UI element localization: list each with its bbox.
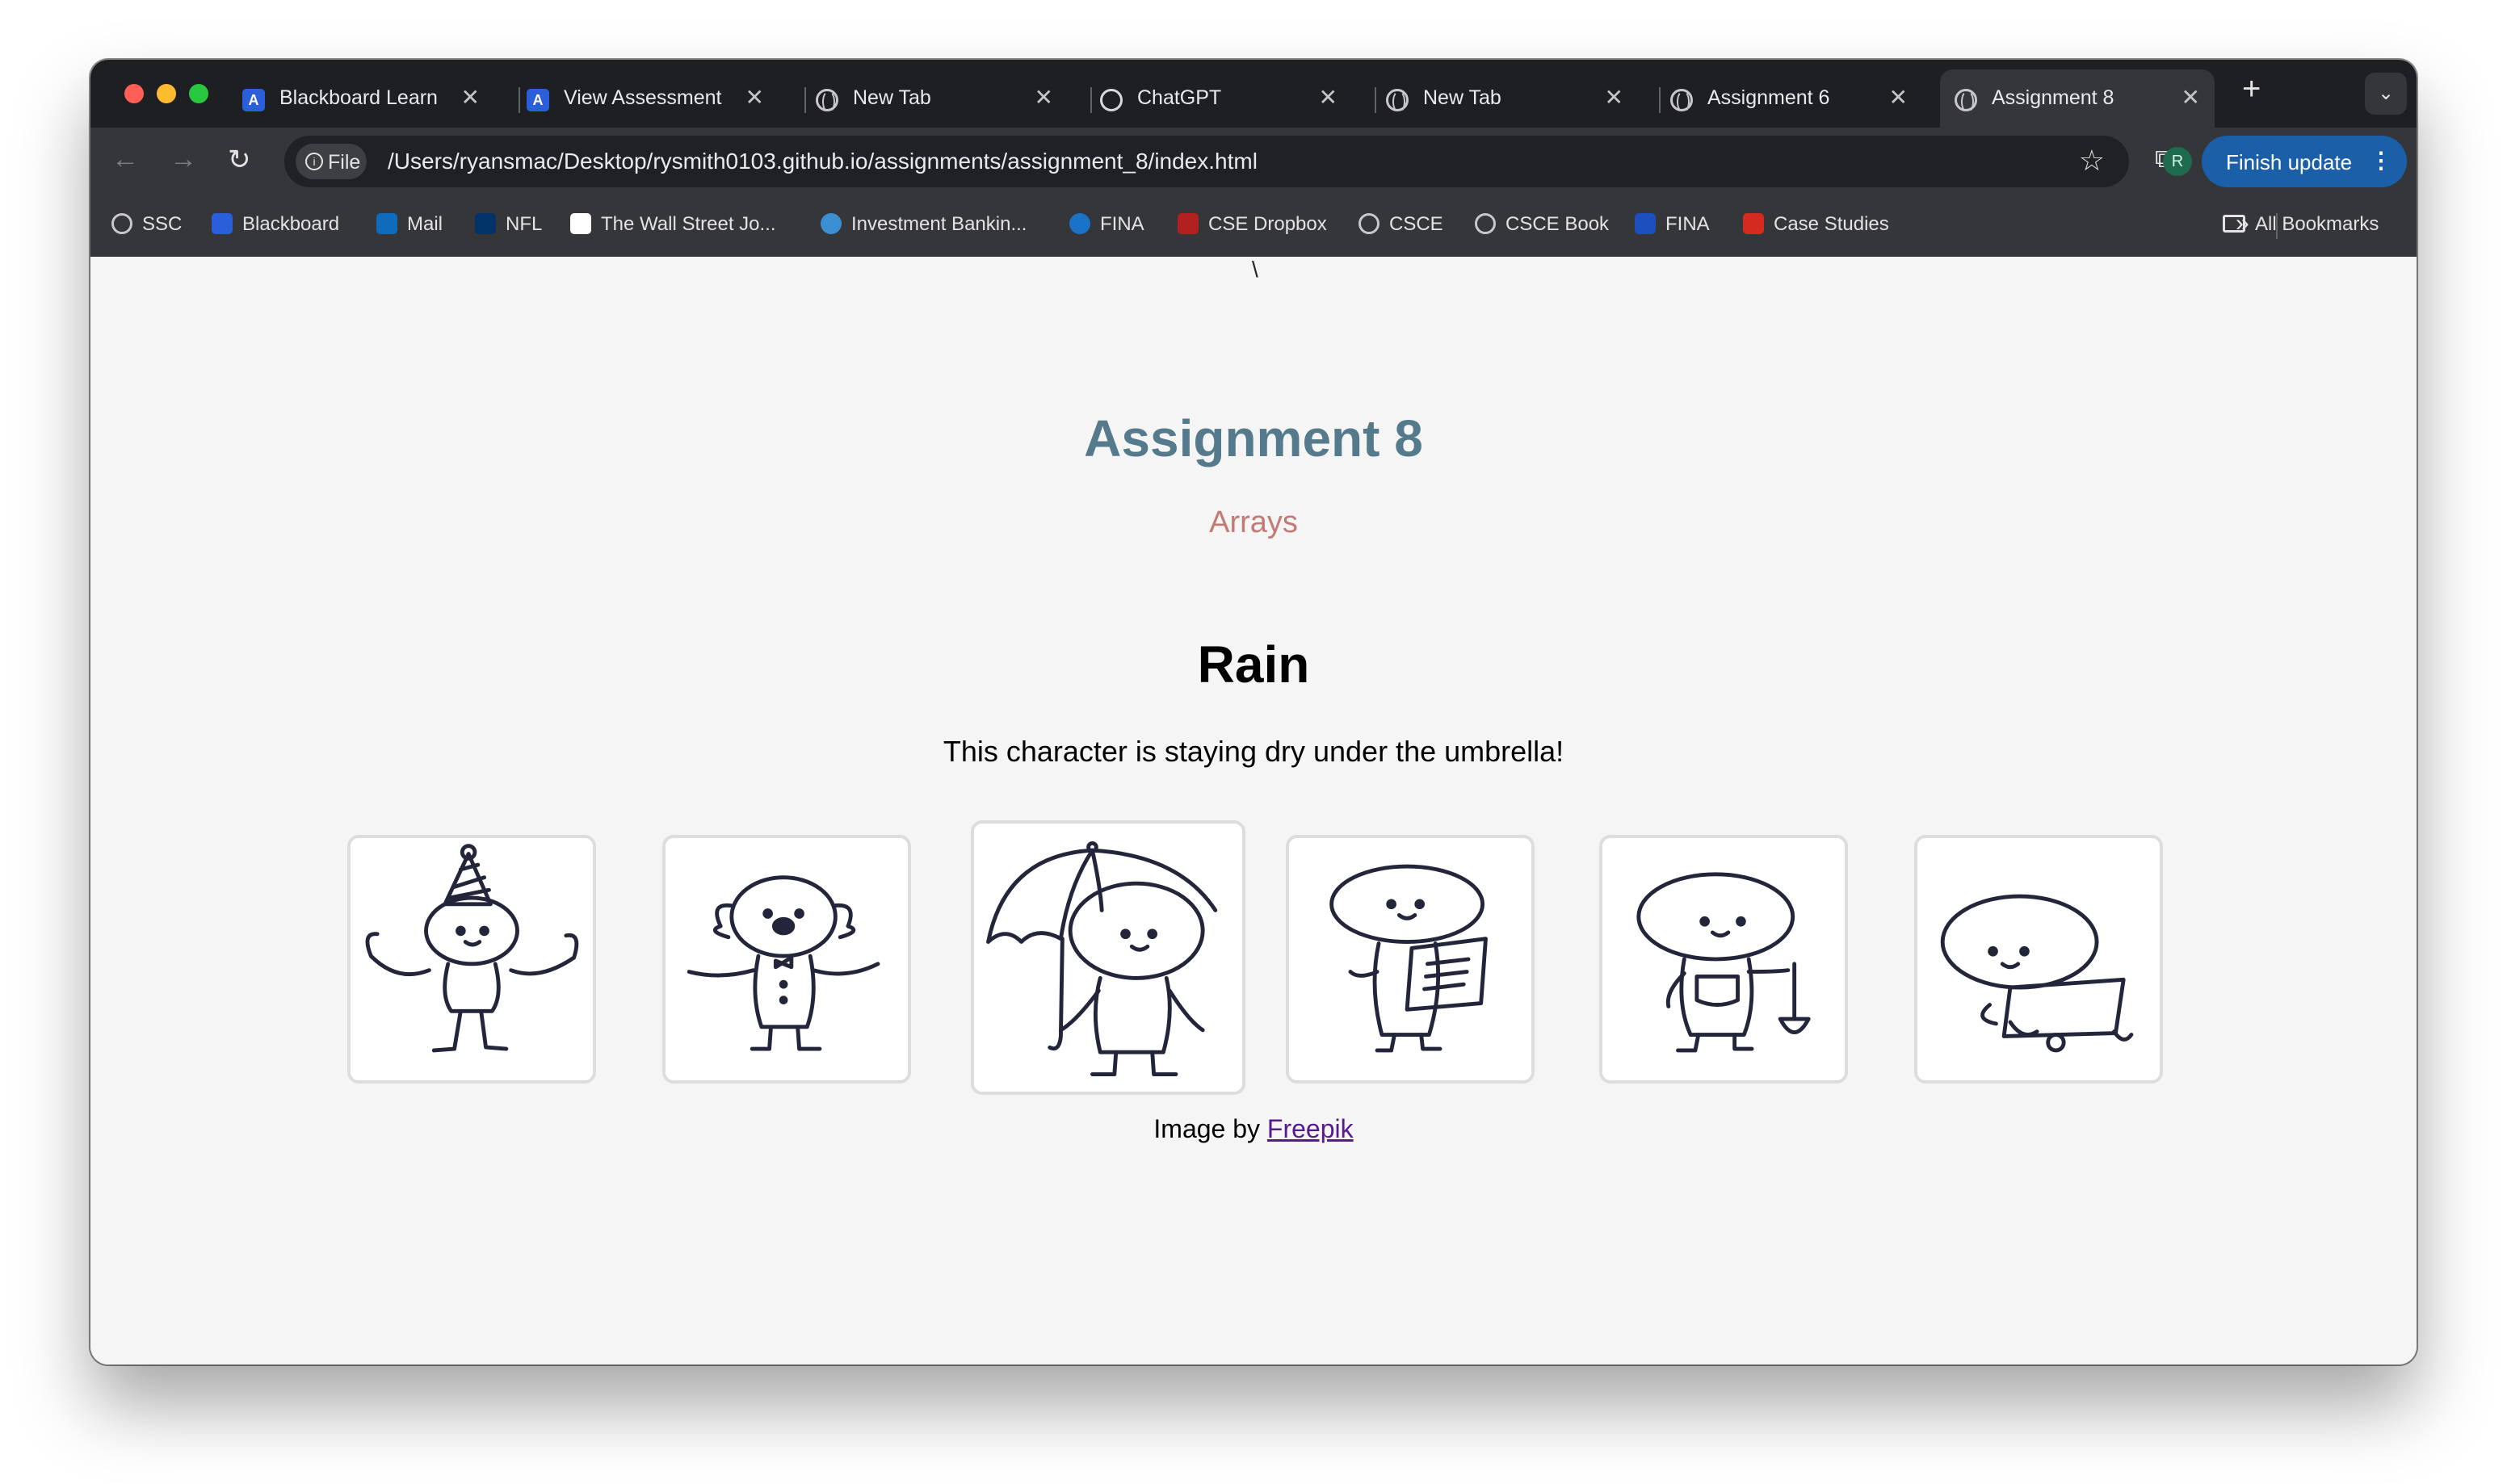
tab-search-chevron-icon[interactable]: ⌄ — [2365, 73, 2407, 115]
bowtie-character-card[interactable] — [662, 835, 911, 1084]
info-icon: i — [305, 153, 323, 170]
tab-new-tab-1[interactable]: New Tab ✕ — [801, 69, 1068, 128]
page-content: \ Assignment 8 Arrays Rain This characte… — [90, 257, 2417, 1365]
tab-new-tab-2[interactable]: New Tab ✕ — [1371, 69, 1638, 128]
toolbar: ← → ↻ i File /Users/ryansmac/Desktop/rys… — [90, 128, 2417, 195]
more-menu-icon: ⋮ — [2370, 148, 2392, 173]
tab-label: Assignment 8 — [1992, 86, 2114, 109]
bowtie-character-image — [687, 875, 880, 1051]
bookmark-case-studies[interactable]: Case Studies — [1743, 212, 1889, 239]
globe-icon — [1358, 212, 1379, 234]
tab-label: ChatGPT — [1137, 86, 1222, 109]
tab-assignment-8[interactable]: Assignment 8 ✕ — [1940, 69, 2215, 128]
address-bar[interactable]: i File /Users/ryansmac/Desktop/rysmith01… — [284, 136, 2129, 187]
outlook-mail-icon — [376, 212, 397, 234]
tab-chatgpt[interactable]: ChatGPT ✕ — [1086, 69, 1352, 128]
folder-icon — [2223, 214, 2245, 233]
bookmark-star-icon[interactable]: ☆ — [2079, 144, 2105, 178]
page-title: Assignment 8 — [1084, 409, 1423, 467]
tab-label: New Tab — [853, 86, 931, 109]
all-bookmarks-button[interactable]: All Bookmarks — [2223, 213, 2379, 239]
tab-label: Blackboard Learn — [279, 86, 438, 109]
wsj-icon — [570, 212, 591, 234]
close-tab-icon[interactable]: ✕ — [461, 84, 480, 111]
bookmark-cse-dropbox[interactable]: CSE Dropbox — [1178, 212, 1327, 239]
close-window-button[interactable] — [124, 84, 144, 103]
close-tab-icon[interactable]: ✕ — [1889, 84, 1908, 111]
bookmark-wsj[interactable]: The Wall Street Jo... — [570, 212, 776, 239]
globe-icon — [1475, 212, 1496, 234]
umbrella-character-card[interactable] — [971, 820, 1245, 1095]
party-hat-character-card[interactable] — [347, 835, 596, 1084]
mcgraw-hill-icon — [1743, 212, 1764, 234]
close-tab-icon[interactable]: ✕ — [1605, 84, 1623, 111]
forward-arrow-icon[interactable]: → — [170, 144, 197, 175]
globe-icon — [111, 212, 132, 234]
gardener-shovel-character-card[interactable] — [1599, 835, 1848, 1084]
reading-character-card[interactable] — [1286, 835, 1535, 1084]
bookmark-investment-banking[interactable]: Investment Bankin... — [821, 212, 1027, 239]
bookmark-nfl[interactable]: NFL — [475, 212, 542, 239]
image-credit: Image by Freepik — [90, 1114, 2417, 1144]
tab-label: Assignment 6 — [1707, 86, 1830, 109]
investment-banking-icon — [821, 212, 842, 234]
close-tab-icon[interactable]: ✕ — [2182, 84, 2200, 111]
umbrella-character-image — [986, 841, 1218, 1076]
bookmark-fina-2[interactable]: FINA — [1635, 212, 1710, 239]
blackboard-icon: A — [527, 89, 549, 111]
laptop-character-image — [1940, 894, 2134, 1053]
cse-dropbox-icon — [1178, 212, 1199, 234]
minimize-window-button[interactable] — [157, 84, 176, 103]
back-arrow-icon[interactable]: ← — [111, 144, 139, 175]
finish-update-button[interactable]: Finish update ⋮ — [2202, 136, 2407, 187]
site-info-chip[interactable]: i File — [296, 144, 367, 179]
p-logo-icon — [1069, 212, 1090, 234]
close-tab-icon[interactable]: ✕ — [1035, 84, 1053, 111]
browser-window: A Blackboard Learn ✕ A View Assessment ✕… — [90, 60, 2417, 1365]
section-heading: Rain — [1197, 635, 1310, 694]
close-tab-icon[interactable]: ✕ — [1319, 84, 1337, 111]
stray-backslash-text: \ — [1252, 257, 1258, 282]
close-tab-icon[interactable]: ✕ — [745, 84, 764, 111]
globe-icon — [816, 89, 838, 113]
bookmark-csce[interactable]: CSCE — [1358, 212, 1443, 239]
reading-character-image — [1329, 864, 1488, 1053]
zoom-window-button[interactable] — [189, 84, 208, 103]
blackboard-icon — [212, 212, 233, 234]
nfl-icon — [475, 212, 496, 234]
globe-icon — [1670, 89, 1693, 113]
gardener-shovel-character-image — [1636, 872, 1811, 1053]
credit-prefix-text: Image by — [1153, 1114, 1261, 1143]
party-hat-character-image — [365, 844, 579, 1053]
new-tab-plus-icon[interactable]: + — [2242, 71, 2261, 107]
tab-strip: A Blackboard Learn ✕ A View Assessment ✕… — [90, 60, 2417, 128]
chatgpt-icon — [1100, 89, 1123, 111]
blackboard-icon: A — [242, 89, 265, 111]
reload-icon[interactable]: ↻ — [228, 144, 251, 176]
bookmark-ssc[interactable]: SSC — [111, 212, 182, 239]
freepik-link[interactable]: Freepik — [1267, 1114, 1354, 1143]
file-label: File — [328, 151, 361, 174]
bookmark-fina-1[interactable]: FINA — [1069, 212, 1144, 239]
finish-update-label: Finish update — [2226, 150, 2353, 174]
bookmark-blackboard[interactable]: Blackboard — [212, 212, 339, 239]
url-text[interactable]: /Users/ryansmac/Desktop/rysmith0103.gith… — [388, 149, 1258, 174]
bookmark-mail[interactable]: Mail — [376, 212, 443, 239]
globe-icon — [1955, 89, 1977, 113]
bookmark-csce-book[interactable]: CSCE Book — [1475, 212, 1609, 239]
bookmarks-bar: SSC Blackboard Mail NFL The Wall Street … — [90, 195, 2417, 257]
tab-view-assessment[interactable]: A View Assessment ✕ — [512, 69, 779, 128]
tab-assignment-6[interactable]: Assignment 6 ✕ — [1656, 69, 1922, 128]
character-description: This character is staying dry under the … — [943, 735, 1564, 768]
laptop-character-card[interactable] — [1914, 835, 2163, 1084]
profile-avatar[interactable]: R — [2163, 147, 2192, 176]
globe-icon — [1386, 89, 1409, 113]
tab-blackboard-learn[interactable]: A Blackboard Learn ✕ — [228, 69, 494, 128]
tab-label: View Assessment — [564, 86, 722, 109]
page-subtitle: Arrays — [1209, 505, 1298, 539]
tab-label: New Tab — [1423, 86, 1501, 109]
fina-logo-icon — [1635, 212, 1656, 234]
